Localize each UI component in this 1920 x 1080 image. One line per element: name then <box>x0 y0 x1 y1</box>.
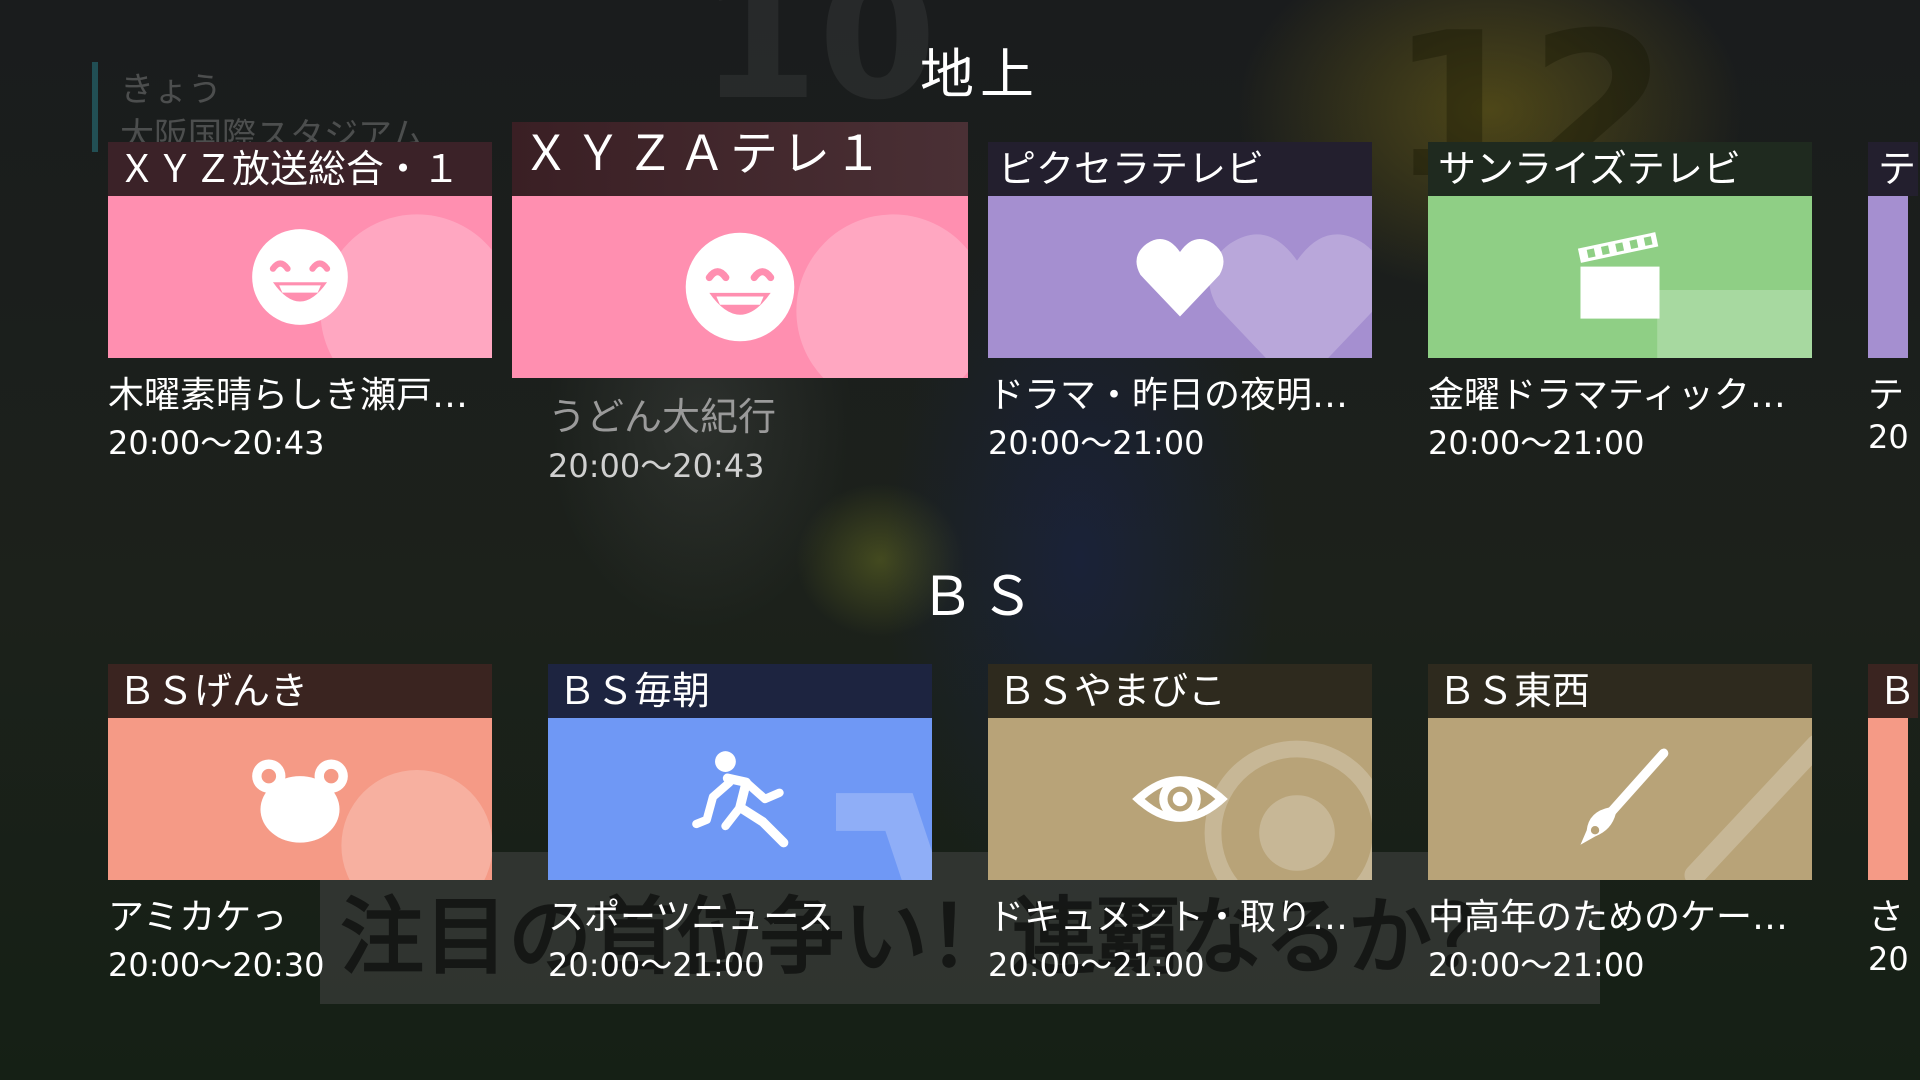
channel-name: ＢＳ東西 <box>1428 664 1812 718</box>
channel-card[interactable]: ＢＳ毎朝 スポーツニュース 20:00〜21:00 <box>548 664 932 986</box>
channel-thumbnail <box>1428 196 1812 358</box>
channel-name: サンライズテレビ <box>1428 142 1812 196</box>
heart-icon <box>1136 239 1224 317</box>
program-time: 20 <box>1868 418 1908 456</box>
program-time: 20:00〜21:00 <box>548 946 765 984</box>
program-time: 20:00〜20:43 <box>108 424 325 462</box>
channel-name: Ｂ <box>1868 664 1918 718</box>
smiley-icon <box>252 229 348 325</box>
channel-card[interactable]: サンライズテレビ 金曜ドラマティック… 20:00〜21:00 <box>1428 142 1812 464</box>
channel-name: ＢＳやまびこ <box>988 664 1372 718</box>
program-time: 20:00〜21:00 <box>1428 946 1645 984</box>
section-title-terrestrial: 地上 <box>920 43 1040 106</box>
channel-thumbnail <box>988 718 1372 880</box>
channel-card[interactable]: ＸＹＺ放送総合・１ 木曜素晴らしき瀬戸… 20:00〜20:43 <box>108 142 492 464</box>
bear-icon <box>252 759 348 843</box>
program-time: 20 <box>1868 940 1908 978</box>
channel-thumbnail <box>1868 718 1908 880</box>
program-title: うどん大紀行 <box>548 395 777 439</box>
channel-name: テ <box>1868 142 1918 196</box>
channel-name: ＢＳげんき <box>108 664 492 718</box>
program-title: さ <box>1868 897 1905 938</box>
program-title: テ <box>1868 375 1905 416</box>
channel-name: ＸＹＺＡテレ１ <box>512 122 968 196</box>
channel-thumbnail <box>1868 196 1908 358</box>
program-title: 中高年のためのケー… <box>1428 897 1789 938</box>
channel-card[interactable]: ＢＳ東西 中高年のためのケー… 20:00〜21:00 <box>1428 664 1812 986</box>
channel-thumbnail <box>512 196 968 378</box>
channel-thumbnail <box>988 196 1372 358</box>
program-time: 20:00〜20:30 <box>108 946 325 984</box>
channel-thumbnail <box>108 718 492 880</box>
channel-name: ピクセラテレビ <box>988 142 1372 196</box>
channel-card-partial[interactable]: テ テ 20 <box>1868 142 1920 456</box>
clapperboard-icon <box>1577 232 1660 319</box>
channel-name: ＸＹＺ放送総合・１ <box>108 142 492 196</box>
channel-card-focused[interactable]: ＸＹＺＡテレ１ うどん大紀行 20:00〜20:43 <box>512 122 968 487</box>
channel-card-partial[interactable]: Ｂ さ 20 <box>1868 664 1920 978</box>
channel-card[interactable]: ＢＳやまびこ ドキュメント・取り… 20:00〜21:00 <box>988 664 1372 986</box>
program-time: 20:00〜21:00 <box>988 946 1205 984</box>
smiley-icon <box>796 214 968 378</box>
program-title: 金曜ドラマティック… <box>1428 375 1786 416</box>
program-title: アミカケっ <box>108 897 288 938</box>
program-title: ドラマ・昨日の夜明… <box>988 375 1349 416</box>
section-title-bs: ＢＳ <box>920 565 1040 628</box>
channel-name: ＢＳ毎朝 <box>548 664 932 718</box>
channel-card[interactable]: ＢＳげんき アミカケっ 20:00〜20:30 <box>108 664 492 986</box>
eye-icon <box>1132 776 1228 822</box>
program-time: 20:00〜21:00 <box>1428 424 1645 462</box>
program-time: 20:00〜20:43 <box>548 447 765 485</box>
brush-icon <box>1580 748 1669 845</box>
program-time: 20:00〜21:00 <box>988 424 1205 462</box>
program-title: 木曜素晴らしき瀬戸… <box>108 375 469 416</box>
runner-icon <box>692 751 789 848</box>
channel-thumbnail <box>108 196 492 358</box>
channel-thumbnail <box>1428 718 1812 880</box>
smiley-icon <box>685 232 795 342</box>
program-title: ドキュメント・取り… <box>988 897 1349 938</box>
program-title: スポーツニュース <box>548 897 834 938</box>
channel-card[interactable]: ピクセラテレビ ドラマ・昨日の夜明… 20:00〜21:00 <box>988 142 1372 464</box>
channel-thumbnail <box>548 718 932 880</box>
